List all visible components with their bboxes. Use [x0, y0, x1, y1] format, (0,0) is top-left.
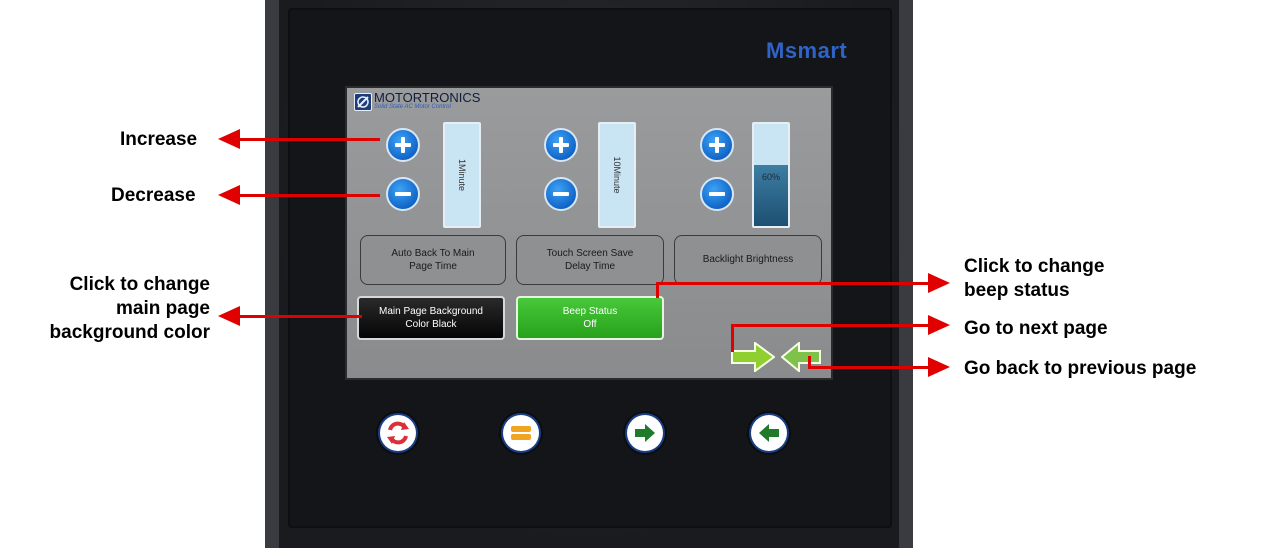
brightness-value: 60% [761, 172, 780, 182]
annotation-next-page: Go to next page [964, 318, 1108, 339]
hw-back-button[interactable] [751, 415, 787, 451]
auto-back-time-display: 1Minute [443, 122, 481, 228]
background-color-button-label: Main Page Background Color Black [379, 306, 483, 330]
annotation-next-vertical-line [731, 324, 734, 352]
auto-back-time-value: 1Minute [457, 158, 467, 192]
save-delay-value: 10Minute [612, 156, 622, 194]
decrease-auto-back-time-button[interactable] [386, 177, 420, 211]
decrease-save-delay-button[interactable] [544, 177, 578, 211]
background-color-button[interactable]: Main Page Background Color Black [357, 296, 505, 340]
increase-auto-back-time-button[interactable] [386, 128, 420, 162]
hw-menu-button[interactable] [503, 415, 539, 451]
beep-status-button[interactable]: Beep Status Off [516, 296, 664, 340]
next-page-arrow-icon[interactable] [731, 341, 776, 377]
auto-back-time-label: Auto Back To Main Page Time [360, 235, 506, 285]
annotation-background-line [232, 315, 362, 318]
annotation-previous-page: Go back to previous page [964, 358, 1197, 379]
save-delay-label: Touch Screen Save Delay Time [516, 235, 664, 285]
brand-logo: Msmart [766, 38, 848, 63]
annotation-prev-line [808, 366, 934, 369]
refresh-icon [387, 421, 409, 445]
decrease-brightness-button[interactable] [700, 177, 734, 211]
arrow-right-icon [635, 424, 655, 442]
annotation-change-beep: Click to change beep status [964, 255, 1104, 303]
annotation-decrease-arrowhead [218, 185, 240, 205]
annotation-prev-arrowhead [928, 357, 950, 377]
annotation-next-arrowhead [928, 315, 950, 335]
annotation-decrease: Decrease [111, 185, 196, 206]
logo-tagline: Solid State AC Motor Control [374, 104, 451, 110]
arrow-left-icon [759, 424, 779, 442]
hw-refresh-button[interactable] [380, 415, 416, 451]
annotation-change-background-line3: background color [49, 321, 210, 343]
logo-name: MOTORTRONICS [374, 90, 481, 105]
menu-icon [511, 426, 531, 440]
annotation-change-beep-line2: beep status [964, 279, 1070, 301]
annotation-beep-line [656, 282, 934, 285]
annotation-decrease-line [232, 194, 380, 197]
motortronics-logo-icon [354, 93, 372, 111]
save-delay-caption: Touch Screen Save Delay Time [546, 247, 634, 273]
annotation-background-arrowhead [218, 306, 240, 326]
annotation-increase-arrowhead [218, 129, 240, 149]
increase-save-delay-button[interactable] [544, 128, 578, 162]
save-delay-display: 10Minute [598, 122, 636, 228]
annotation-change-background-line2: main page [116, 297, 210, 319]
annotation-increase: Increase [120, 129, 198, 150]
annotation-next-line [731, 324, 934, 327]
annotation-change-background-line1: Click to change [69, 274, 210, 295]
beep-status-button-label: Beep Status Off [562, 306, 618, 330]
increase-brightness-button[interactable] [700, 128, 734, 162]
auto-back-time-caption: Auto Back To Main Page Time [391, 247, 475, 273]
annotation-increase-line [232, 138, 380, 141]
brightness-caption: Backlight Brightness [702, 254, 794, 266]
annotation-change-beep-line1: Click to change [964, 256, 1105, 277]
brightness-label: Backlight Brightness [674, 235, 822, 285]
previous-page-arrow-icon[interactable] [780, 340, 821, 377]
brightness-gauge: 60% [752, 122, 790, 228]
annotation-change-background: Click to change main page background col… [0, 273, 210, 344]
annotation-beep-arrowhead [928, 273, 950, 293]
hw-next-button[interactable] [627, 415, 663, 451]
